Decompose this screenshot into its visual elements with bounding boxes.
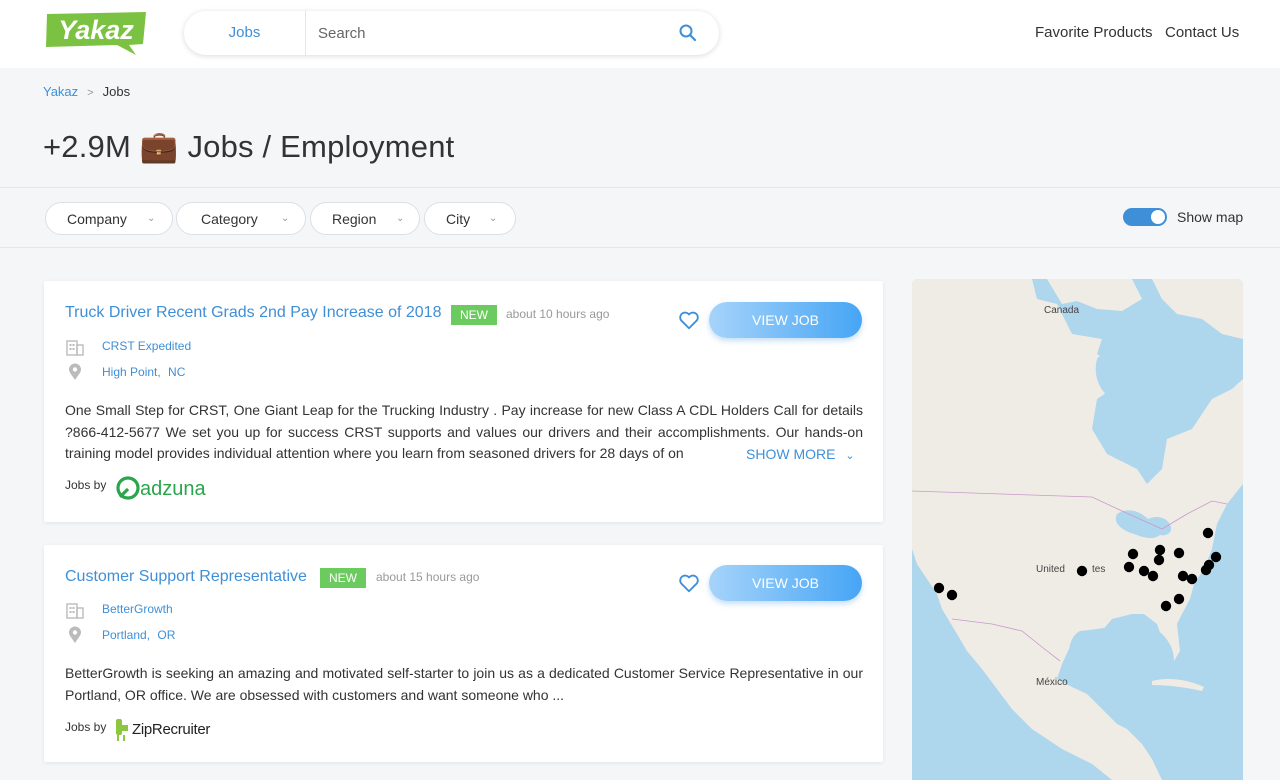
toggle-knob [1151,210,1165,224]
filter-category-label: Category [201,211,258,227]
heart-icon[interactable] [678,309,700,331]
show-map-label: Show map [1177,209,1244,225]
search-input[interactable] [318,19,658,47]
show-more-label: SHOW MORE [746,446,836,462]
building-icon [66,601,84,619]
job-marker [1177,570,1189,582]
filter-city-label: City [446,211,471,227]
chevron-down-icon: ⌄ [489,213,498,224]
map-label-united: United [1036,564,1065,575]
job-title[interactable]: Truck Driver Recent Grads 2nd Pay Increa… [65,304,441,322]
ziprecruiter-logo[interactable]: ZipRecruiter [114,716,226,742]
search-icon[interactable] [678,23,698,43]
breadcrumb: Yakaz > Jobs [43,84,130,99]
chevron-down-icon: ⌄ [147,213,156,224]
nav-contact-us[interactable]: Contact Us [1165,24,1239,41]
show-map-toggle[interactable] [1123,208,1167,226]
company-link[interactable]: BetterGrowth [102,602,173,616]
job-marker [1210,551,1222,563]
job-marker [1154,544,1166,556]
filter-region[interactable]: Region ⌄ [310,202,420,235]
job-card: Truck Driver Recent Grads 2nd Pay Increa… [44,281,883,522]
filter-region-label: Region [332,211,377,227]
job-title[interactable]: Customer Support Representative [65,568,307,586]
job-state[interactable]: NC [168,365,185,379]
chevron-down-icon: ⌄ [396,213,405,224]
job-city[interactable]: Portland, [102,628,150,642]
arctic-islands-east [1152,279,1243,339]
heart-icon[interactable] [678,572,700,594]
search-bar: Jobs [184,11,719,55]
adzuna-logo-text: adzuna [140,478,206,500]
jobs-by-label: Jobs by [65,720,107,734]
job-time: about 15 hours ago [376,570,480,584]
job-marker [1202,527,1214,539]
job-marker [1173,547,1185,559]
filter-bar: Company ⌄ Category ⌄ Region ⌄ City ⌄ [0,187,1280,248]
filter-category[interactable]: Category ⌄ [176,202,306,235]
breadcrumb-current: Jobs [102,84,131,99]
map-label-states: tes [1092,564,1106,575]
job-location: Portland, OR [102,628,175,642]
job-state[interactable]: OR [157,628,175,642]
breadcrumb-yakaz[interactable]: Yakaz [43,84,78,99]
job-marker [1173,593,1185,605]
job-marker [1127,548,1139,560]
header: Yakaz Jobs Favorite Products Contact Us [0,0,1280,68]
map-label-canada: Canada [1044,305,1080,316]
view-job-button[interactable]: VIEW JOB [709,302,862,338]
job-marker [1160,600,1172,612]
job-marker [1138,565,1150,577]
gulf-of-mexico [1069,624,1174,681]
breadcrumb-separator-icon: > [87,87,94,99]
map-label-mexico: México [1036,677,1068,688]
cuba [1152,679,1204,691]
jobs-by-label: Jobs by [65,478,107,492]
adzuna-logo[interactable]: adzuna [115,473,223,503]
building-icon [66,338,84,356]
job-marker [1123,561,1135,573]
job-card: Customer Support Representative NEW abou… [44,545,883,762]
filter-city[interactable]: City ⌄ [424,202,516,235]
page-title: +2.9M 💼 Jobs / Employment [43,129,455,164]
yakaz-logo[interactable]: Yakaz [43,10,150,56]
map-canvas [912,279,1243,780]
ziprecruiter-logo-text: ZipRecruiter [132,721,210,738]
chevron-down-icon: ⌄ [281,213,290,224]
nav-favorite-products[interactable]: Favorite Products [1035,24,1153,41]
show-more-button[interactable]: SHOW MORE ⌄ [746,446,855,462]
jobs-map[interactable]: Canada United tes México [912,279,1243,780]
view-job-button[interactable]: VIEW JOB [709,565,862,601]
search-category-jobs[interactable]: Jobs [184,11,306,55]
job-marker [1147,570,1159,582]
hudson-bay [1095,344,1182,444]
job-marker [1153,554,1165,566]
job-marker [933,582,945,594]
job-description: BetterGrowth is seeking an amazing and m… [65,665,863,703]
job-marker [1186,573,1198,585]
new-badge: NEW [451,305,497,325]
logo-text: Yakaz [58,15,134,45]
new-badge: NEW [320,568,366,588]
filter-company[interactable]: Company ⌄ [45,202,173,235]
location-pin-icon [66,363,84,381]
job-marker [946,589,958,601]
company-link[interactable]: CRST Expedited [102,339,191,353]
job-time: about 10 hours ago [506,307,610,321]
north-america-land [912,279,1243,780]
chevron-down-icon: ⌄ [845,450,855,462]
job-marker [1076,565,1088,577]
location-pin-icon [66,626,84,644]
job-city[interactable]: High Point, [102,365,161,379]
filter-company-label: Company [67,211,127,227]
job-marker [1200,564,1212,576]
job-location: High Point, NC [102,365,185,379]
